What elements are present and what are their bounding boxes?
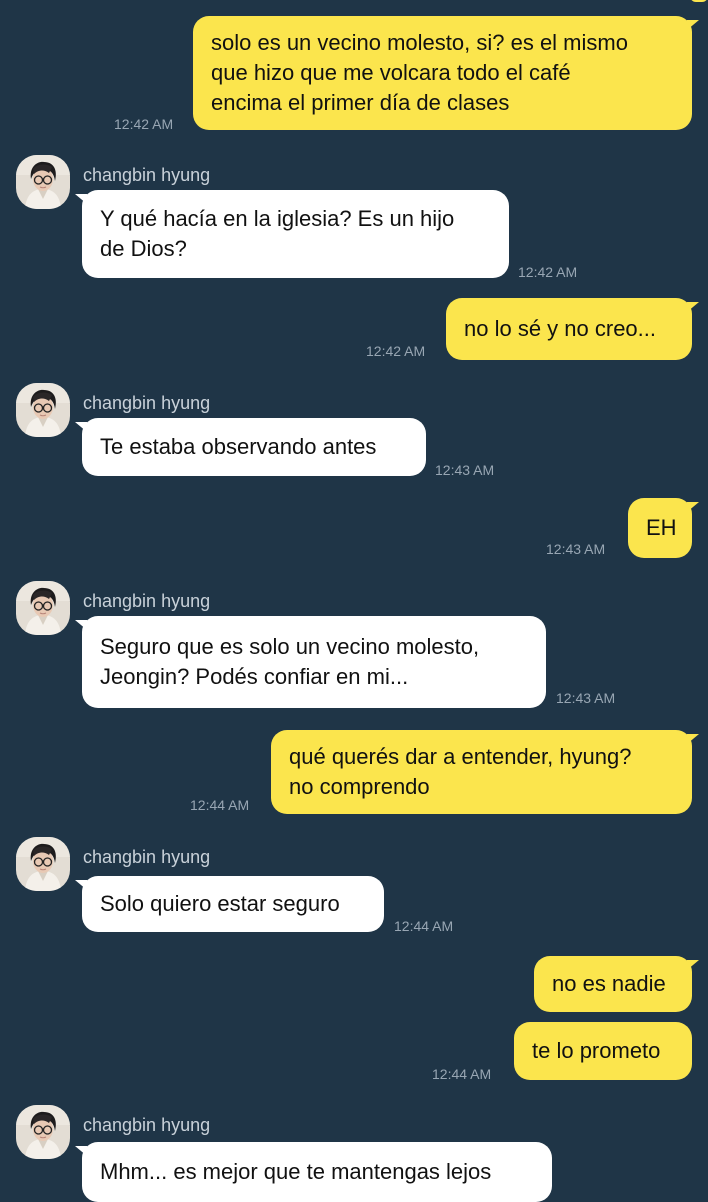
previous-bubble-edge bbox=[690, 0, 708, 2]
my-message-bubble[interactable]: qué querés dar a entender, hyung? no comp… bbox=[271, 730, 699, 814]
profile-photo-avatar-icon bbox=[16, 581, 70, 635]
sender-name: changbin hyung bbox=[83, 847, 211, 867]
message-timestamp: 12:42 AM bbox=[366, 343, 426, 359]
my-message-bubble[interactable]: no lo sé y no creo... bbox=[446, 298, 699, 360]
message-text-line: Seguro que es solo un vecino molesto, bbox=[100, 634, 480, 659]
message-text-line: te lo prometo bbox=[532, 1038, 661, 1063]
message-text-line: qué querés dar a entender, hyung? bbox=[289, 744, 632, 769]
message-timestamp: 12:44 AM bbox=[432, 1066, 492, 1082]
message-text-line: EH bbox=[646, 515, 677, 540]
profile-photo-avatar-icon bbox=[16, 383, 70, 437]
their-message-bubble[interactable]: Seguro que es solo un vecino molesto, Jeo… bbox=[75, 616, 546, 708]
message-text-line: Solo quiero estar seguro bbox=[100, 891, 340, 916]
their-message-bubble[interactable]: Solo quiero estar seguro bbox=[75, 876, 384, 932]
message-text-line: no es nadie bbox=[552, 971, 666, 996]
message-timestamp: 12:42 AM bbox=[518, 264, 578, 280]
my-message-bubble[interactable]: no es nadie bbox=[534, 956, 699, 1012]
message-timestamp: 12:44 AM bbox=[394, 918, 454, 934]
message-text-line: que hizo que me volcara todo el café bbox=[211, 60, 571, 85]
message-text-line: Jeongin? Podés confiar en mi... bbox=[100, 664, 409, 689]
message-timestamp: 12:43 AM bbox=[556, 690, 616, 706]
message-timestamp: 12:43 AM bbox=[546, 541, 606, 557]
chat-thread[interactable]: solo es un vecino molesto, si? es el mis… bbox=[0, 0, 708, 1202]
my-message-bubble[interactable]: EH bbox=[628, 498, 699, 558]
message-text-line: Y qué hacía en la iglesia? Es un hijo bbox=[100, 206, 455, 231]
message-text-line: Mhm... es mejor que te mantengas lejos bbox=[100, 1159, 492, 1184]
message-text-line: no comprendo bbox=[289, 774, 430, 799]
sender-name: changbin hyung bbox=[83, 165, 211, 185]
contact-avatar[interactable] bbox=[16, 1105, 70, 1159]
message-text-line: de Dios? bbox=[100, 236, 187, 261]
message-text-line: Te estaba observando antes bbox=[100, 434, 377, 459]
their-message-bubble[interactable]: Te estaba observando antes bbox=[75, 418, 426, 476]
their-message-bubble[interactable]: Y qué hacía en la iglesia? Es un hijo de … bbox=[75, 190, 509, 278]
sender-name: changbin hyung bbox=[83, 393, 211, 413]
sender-name: changbin hyung bbox=[83, 591, 211, 611]
contact-avatar[interactable] bbox=[16, 383, 70, 437]
my-message-bubble[interactable]: solo es un vecino molesto, si? es el mis… bbox=[193, 16, 699, 130]
message-text-line: solo es un vecino molesto, si? es el mis… bbox=[211, 30, 628, 55]
message-timestamp: 12:43 AM bbox=[435, 462, 495, 478]
my-message-bubble[interactable]: te lo prometo bbox=[514, 1022, 692, 1080]
profile-photo-avatar-icon bbox=[16, 155, 70, 209]
message-text-line: encima el primer día de clases bbox=[211, 90, 510, 115]
contact-avatar[interactable] bbox=[16, 837, 70, 891]
message-timestamp: 12:42 AM bbox=[114, 116, 174, 132]
contact-avatar[interactable] bbox=[16, 155, 70, 209]
sender-name: changbin hyung bbox=[83, 1115, 211, 1135]
profile-photo-avatar-icon bbox=[16, 1105, 70, 1159]
message-text-line: no lo sé y no creo... bbox=[464, 316, 656, 341]
profile-photo-avatar-icon bbox=[16, 837, 70, 891]
contact-avatar[interactable] bbox=[16, 581, 70, 635]
message-timestamp: 12:44 AM bbox=[190, 797, 250, 813]
their-message-bubble[interactable]: Mhm... es mejor que te mantengas lejos bbox=[75, 1142, 552, 1202]
